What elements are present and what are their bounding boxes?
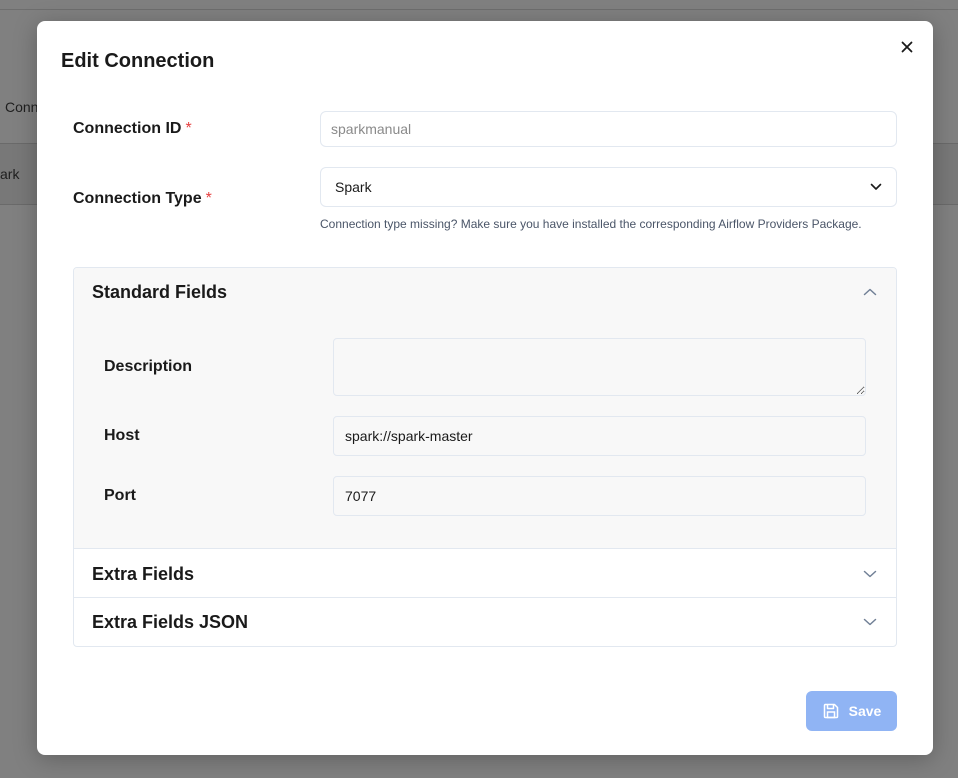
host-label: Host bbox=[104, 427, 140, 444]
required-mark: * bbox=[185, 120, 192, 137]
connection-id-label-text: Connection ID bbox=[73, 120, 182, 137]
chevron-down-icon bbox=[862, 614, 878, 630]
required-mark: * bbox=[205, 190, 212, 207]
background-row-label: ark bbox=[0, 166, 20, 182]
standard-fields-header[interactable]: Standard Fields bbox=[74, 268, 896, 316]
extra-fields-header[interactable]: Extra Fields bbox=[74, 550, 896, 598]
standard-fields-section: Standard Fields Description Host Port bbox=[74, 268, 896, 549]
connection-type-value: Spark bbox=[335, 179, 372, 195]
connection-id-label: Connection ID * bbox=[73, 120, 192, 138]
edit-connection-modal: Edit Connection Connection ID* Connectio… bbox=[37, 21, 933, 755]
connection-type-label: Connection Type * bbox=[73, 190, 212, 208]
modal-title: Edit Connection bbox=[61, 50, 215, 72]
chevron-down-icon bbox=[862, 566, 878, 582]
chevron-up-icon bbox=[862, 284, 878, 300]
port-input[interactable] bbox=[333, 476, 866, 516]
extra-fields-json-header[interactable]: Extra Fields JSON bbox=[74, 598, 896, 646]
host-input[interactable] bbox=[333, 416, 866, 456]
chevron-down-icon bbox=[870, 183, 882, 190]
extra-fields-title: Extra Fields bbox=[92, 563, 195, 584]
close-button[interactable] bbox=[897, 37, 917, 57]
description-textarea[interactable] bbox=[333, 338, 866, 396]
standard-fields-title: Standard Fields bbox=[92, 281, 228, 302]
save-button-label: Save bbox=[848, 703, 882, 719]
extra-fields-json-title: Extra Fields JSON bbox=[92, 611, 249, 632]
port-label: Port bbox=[104, 487, 136, 504]
background-divider bbox=[0, 9, 958, 10]
save-button[interactable]: Save bbox=[806, 691, 897, 731]
connection-id-input bbox=[320, 111, 897, 147]
save-icon bbox=[823, 703, 838, 719]
fields-accordion: Standard Fields Description Host Port Ex… bbox=[73, 267, 897, 647]
connection-type-helper: Connection type missing? Make sure you h… bbox=[320, 217, 862, 231]
connection-type-select[interactable]: Spark bbox=[320, 167, 897, 207]
connection-type-label-text: Connection Type bbox=[73, 190, 202, 207]
background-tab-label: Conn bbox=[5, 99, 39, 115]
description-label: Description bbox=[104, 358, 193, 375]
close-icon bbox=[901, 41, 913, 53]
